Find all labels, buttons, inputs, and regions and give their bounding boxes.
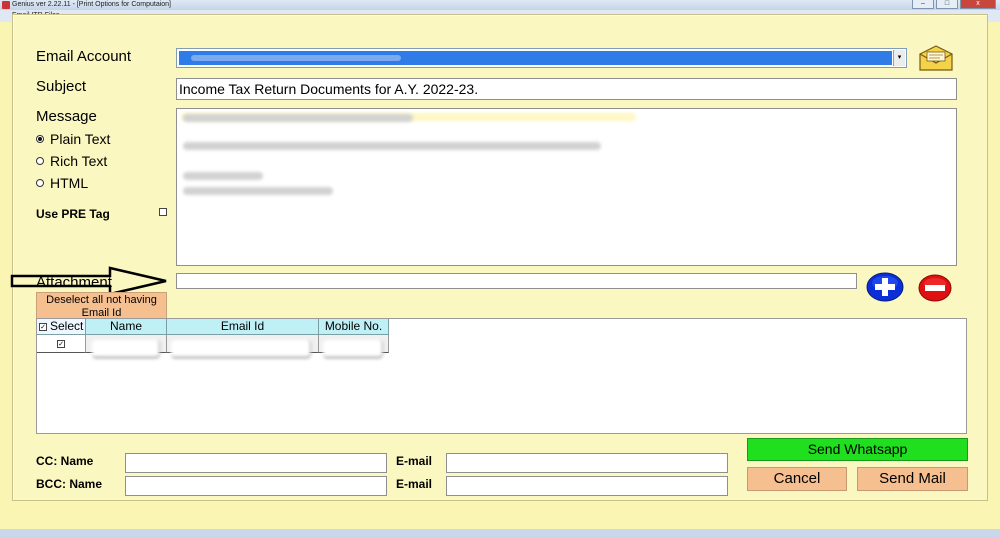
redacted-line [92, 340, 160, 358]
redacted-line [183, 114, 413, 122]
radio-plain-text-label: Plain Text [50, 131, 111, 147]
radio-selected-icon [36, 135, 44, 143]
taskbar-strip [0, 529, 1000, 537]
redacted-line [323, 340, 383, 358]
attachment-input[interactable] [176, 273, 857, 289]
radio-rich-text-label: Rich Text [50, 153, 108, 169]
minimize-button[interactable]: – [912, 0, 934, 9]
cancel-button[interactable]: Cancel [747, 467, 847, 491]
radio-unselected-icon [36, 157, 44, 165]
row-email-cell [167, 335, 319, 358]
radio-html[interactable]: HTML [36, 175, 88, 191]
cc-name-label: CC: Name [36, 454, 94, 468]
use-pre-tag-label: Use PRE Tag [36, 207, 110, 221]
radio-unselected-icon [36, 179, 44, 187]
send-mail-button[interactable]: Send Mail [857, 467, 968, 491]
deselect-all-button[interactable]: Deselect all not having Email Id [36, 292, 167, 319]
bcc-email-input[interactable] [446, 476, 728, 496]
recipients-grid: ✓ Select Name Email Id Mobile No. ✓ [36, 318, 967, 434]
redacted-line [183, 172, 263, 180]
subject-input[interactable]: Income Tax Return Documents for A.Y. 202… [176, 78, 957, 100]
grid-header-email[interactable]: Email Id [167, 319, 319, 335]
envelope-icon[interactable] [916, 44, 956, 72]
bcc-name-label: BCC: Name [36, 477, 103, 491]
close-button[interactable]: x [960, 0, 996, 9]
use-pre-tag-checkbox[interactable] [159, 208, 167, 216]
row-name-cell [86, 335, 167, 358]
row-select-cell[interactable]: ✓ [37, 335, 86, 353]
grid-header-select[interactable]: ✓ Select [37, 319, 86, 335]
bcc-email-label: E-mail [396, 477, 433, 491]
grid-header-select-label: Select [50, 319, 84, 333]
radio-html-label: HTML [50, 175, 89, 191]
window-title: Genius ver 2.22.11 - [Print Options for … [12, 1, 172, 8]
send-whatsapp-button[interactable]: Send Whatsapp [747, 438, 968, 461]
email-account-select[interactable]: ▾ [176, 48, 907, 68]
grid-header: ✓ Select Name Email Id Mobile No. [37, 319, 389, 335]
cc-name-input[interactable] [125, 453, 387, 473]
chevron-down-icon[interactable]: ▾ [893, 50, 905, 66]
cc-email-label: E-mail [396, 454, 433, 468]
app-icon [2, 1, 10, 9]
grid-header-name[interactable]: Name [86, 319, 167, 335]
bcc-name-input[interactable] [125, 476, 387, 496]
redacted-line [171, 340, 311, 358]
cc-email-input[interactable] [446, 453, 728, 473]
redacted-line [183, 142, 601, 150]
radio-rich-text[interactable]: Rich Text [36, 153, 107, 169]
plus-circle-icon[interactable] [866, 272, 904, 302]
grid-header-mobile[interactable]: Mobile No. [319, 319, 389, 335]
maximize-button[interactable]: □ [936, 0, 958, 9]
select-all-checkbox[interactable]: ✓ [39, 322, 47, 331]
window-controls: – □ x [912, 0, 996, 10]
window-titlebar: Genius ver 2.22.11 - [Print Options for … [0, 0, 1000, 10]
row-select-checkbox[interactable]: ✓ [57, 339, 65, 348]
message-label: Message [36, 108, 97, 125]
row-mobile-cell [319, 335, 389, 358]
subject-label: Subject [36, 78, 87, 95]
radio-plain-text[interactable]: Plain Text [36, 131, 110, 147]
email-account-redacted-text [191, 55, 401, 61]
minus-circle-icon[interactable] [918, 274, 952, 302]
table-row[interactable]: ✓ [37, 335, 389, 358]
email-account-label: Email Account [36, 48, 132, 65]
redacted-line [183, 187, 333, 195]
message-textarea[interactable] [176, 108, 957, 266]
